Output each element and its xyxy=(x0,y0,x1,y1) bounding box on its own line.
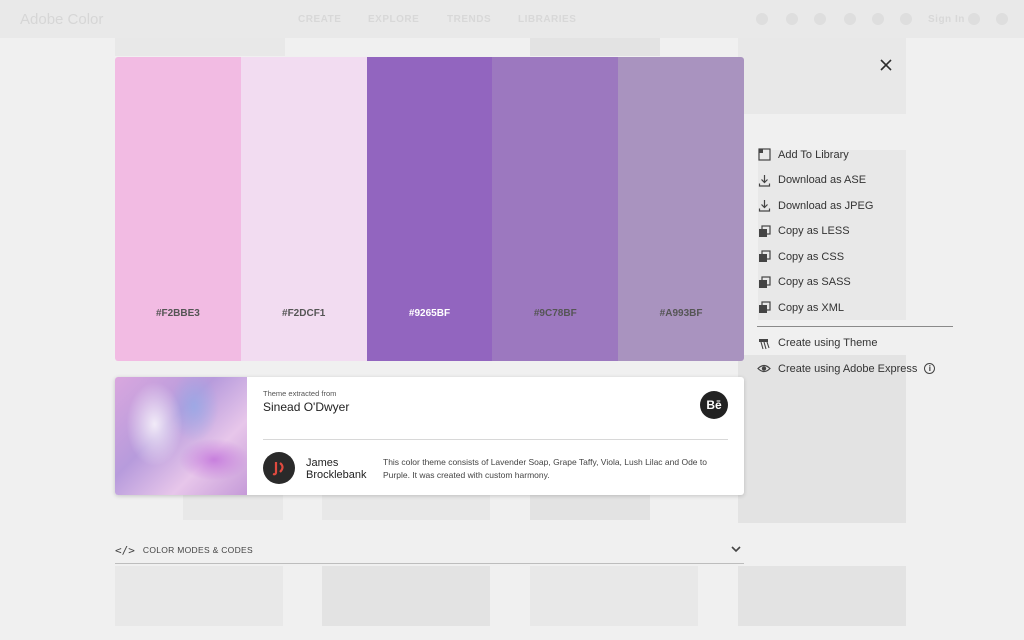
bg-icon xyxy=(996,13,1008,25)
color-swatch[interactable]: #A993BF xyxy=(618,57,744,361)
source-author-link[interactable]: Sinead O'Dwyer xyxy=(263,400,349,414)
info-icon[interactable]: i xyxy=(924,363,936,375)
bg-tile xyxy=(738,566,906,626)
swatch-hex-label: #A993BF xyxy=(659,308,703,319)
eye-icon xyxy=(757,362,771,376)
close-button[interactable] xyxy=(876,55,896,75)
creator-logo-icon xyxy=(272,462,284,476)
copy-sass-button[interactable]: Copy as SASS xyxy=(757,270,953,296)
download-icon xyxy=(757,173,771,187)
bg-tile xyxy=(530,495,650,520)
copy-icon xyxy=(757,224,771,238)
chevron-down-icon xyxy=(730,543,742,555)
nav-create: CREATE xyxy=(298,14,342,25)
color-modes-accordion[interactable]: </> COLOR MODES & CODES xyxy=(115,537,744,564)
swatch-hex-label: #F2BBE3 xyxy=(155,308,200,319)
bg-icon xyxy=(900,13,912,25)
bg-icon xyxy=(872,13,884,25)
actions-divider xyxy=(757,325,953,327)
bg-icon xyxy=(968,13,980,25)
download-jpeg-button[interactable]: Download as JPEG xyxy=(757,193,953,219)
theme-info-card: Theme extracted from Sinead O'Dwyer Bē J… xyxy=(115,377,744,495)
nav-trends: TRENDS xyxy=(447,14,492,25)
create-using-theme-button[interactable]: Create using Theme xyxy=(757,331,953,357)
color-swatch[interactable]: #9265BF xyxy=(366,57,493,361)
action-label: Download as JPEG xyxy=(778,199,874,212)
create-using-adobe-express-button[interactable]: Create using Adobe Express i xyxy=(757,356,953,382)
copy-icon xyxy=(757,275,771,289)
copy-less-button[interactable]: Copy as LESS xyxy=(757,219,953,245)
bg-icon xyxy=(844,13,856,25)
action-label: Copy as CSS xyxy=(778,250,845,263)
swatch-hex-label: #9C78BF xyxy=(533,308,577,319)
creator-name-link[interactable]: James Brocklebank xyxy=(306,457,376,481)
bg-tile xyxy=(115,566,283,626)
theme-source-image[interactable] xyxy=(115,377,247,495)
action-label: Create using Theme xyxy=(778,337,878,350)
action-label: Create using Adobe Express xyxy=(778,362,918,375)
color-swatch[interactable]: #9C78BF xyxy=(492,57,619,361)
action-label: Copy as LESS xyxy=(778,225,850,238)
copy-xml-button[interactable]: Copy as XML xyxy=(757,295,953,321)
extracted-from-label: Theme extracted from xyxy=(263,389,337,398)
action-label: Copy as SASS xyxy=(778,276,851,289)
swatch-hex-label: #F2DCF1 xyxy=(282,308,326,319)
color-modes-label: COLOR MODES & CODES xyxy=(142,545,253,555)
app-title: Adobe Color xyxy=(20,11,104,28)
bg-icon xyxy=(814,13,826,25)
theme-description: This color theme consists of Lavender So… xyxy=(383,457,707,480)
color-swatch[interactable]: #F2DCF1 xyxy=(240,57,367,361)
behance-icon[interactable]: Bē xyxy=(700,391,728,419)
nav-explore: EXPLORE xyxy=(368,14,420,25)
sign-in: Sign In xyxy=(928,14,965,25)
add-to-library-button[interactable]: Add To Library xyxy=(757,142,953,168)
action-label: Add To Library xyxy=(778,148,849,161)
card-divider xyxy=(263,439,728,440)
close-icon xyxy=(880,59,892,71)
bg-tile xyxy=(115,38,285,56)
color-swatch[interactable]: #F2BBE3 xyxy=(115,57,241,361)
action-label: Download as ASE xyxy=(778,174,867,187)
copy-icon xyxy=(757,250,771,264)
copy-icon xyxy=(757,301,771,315)
bg-tile xyxy=(322,566,490,626)
library-icon xyxy=(757,148,771,162)
nav-libraries: LIBRARIES xyxy=(518,14,577,25)
brush-icon xyxy=(757,336,771,350)
bg-tile xyxy=(530,566,698,626)
avatar[interactable] xyxy=(263,452,295,484)
bg-tile xyxy=(738,38,906,114)
color-palette: #F2BBE3 #F2DCF1 #9265BF #9C78BF #A993BF xyxy=(115,57,744,361)
bg-icon xyxy=(786,13,798,25)
bg-tile xyxy=(530,38,660,56)
swatch-hex-label: #9265BF xyxy=(408,308,451,319)
bg-icon xyxy=(756,13,768,25)
bg-tile xyxy=(183,495,283,520)
bg-tile xyxy=(322,495,490,520)
download-icon xyxy=(757,199,771,213)
action-label: Copy as XML xyxy=(778,301,845,314)
download-ase-button[interactable]: Download as ASE xyxy=(757,168,953,194)
background-header: Adobe Color CREATE EXPLORE TRENDS LIBRAR… xyxy=(0,0,1024,38)
copy-css-button[interactable]: Copy as CSS xyxy=(757,244,953,270)
actions-panel: Add To Library Download as ASE Download … xyxy=(757,142,953,382)
code-icon: </> xyxy=(115,543,135,557)
